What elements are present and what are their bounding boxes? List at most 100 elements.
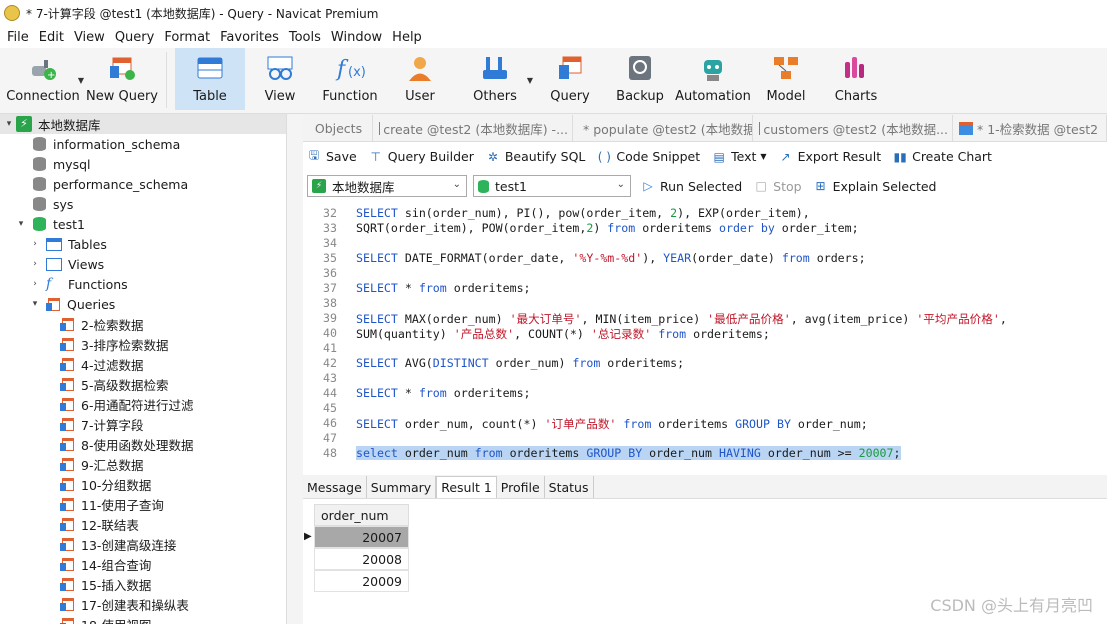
new-query-button[interactable]: New Query	[86, 48, 158, 110]
save-button[interactable]: 🖫 Save	[307, 148, 357, 164]
connection-button[interactable]: + Connection ▼	[0, 48, 86, 110]
tree-group-functions[interactable]: › f Functions	[0, 274, 286, 294]
query-icon	[959, 121, 973, 135]
tree-db-sys[interactable]: sys	[0, 194, 286, 214]
tab-create-test2[interactable]: create @test2 (本地数据库) -...	[373, 115, 573, 141]
menu-edit[interactable]: Edit	[34, 30, 69, 45]
code-snippet-button[interactable]: ( ) Code Snippet	[597, 149, 700, 164]
tree-query-item[interactable]: 15-插入数据	[0, 574, 286, 594]
chevron-right-icon[interactable]: ›	[28, 259, 42, 269]
chevron-down-icon[interactable]: ▼	[78, 76, 84, 85]
query-builder-button[interactable]: ⊤ Query Builder	[369, 149, 473, 164]
tab-result-1[interactable]: Result 1	[436, 476, 497, 498]
user-button[interactable]: User	[385, 48, 455, 110]
table-button[interactable]: Table	[175, 48, 245, 110]
tab-customers-test2[interactable]: customers @test2 (本地数据...	[753, 115, 953, 141]
function-button[interactable]: f (x) Function	[315, 48, 385, 110]
tree-query-item[interactable]: 4-过滤数据	[0, 354, 286, 374]
tree-query-item[interactable]: 10-分组数据	[0, 474, 286, 494]
menu-file[interactable]: File	[2, 30, 34, 45]
table-icon	[194, 53, 226, 83]
line-number: 34	[323, 236, 337, 250]
tree-db-performance-schema[interactable]: performance_schema	[0, 174, 286, 194]
chevron-down-icon[interactable]: ▾	[28, 299, 42, 309]
menu-format[interactable]: Format	[159, 30, 215, 45]
code-line: SELECT order_num, count(*) '订单产品数' from …	[356, 417, 868, 431]
chevron-down-icon[interactable]: ▾	[2, 119, 16, 129]
tree-query-item[interactable]: 6-用通配符进行过滤	[0, 394, 286, 414]
others-button[interactable]: Others ▼	[455, 48, 535, 110]
chevron-down-icon: ▼	[760, 152, 767, 161]
run-selected-button[interactable]: ▷ Run Selected	[641, 179, 742, 194]
tree-db-mysql[interactable]: mysql	[0, 154, 286, 174]
chevron-down-icon[interactable]: ▾	[14, 219, 28, 229]
tree-group-views[interactable]: › Views	[0, 254, 286, 274]
tab-message[interactable]: Message	[303, 476, 367, 498]
export-result-button[interactable]: ↗ Export Result	[779, 149, 882, 164]
tree-query-item[interactable]: 5-高级数据检索	[0, 374, 286, 394]
view-button[interactable]: View	[245, 48, 315, 110]
sql-editor[interactable]: 32 33 34 35 36 37 38 39 40 41 42 43 44 45 46 47 48 SELEC…	[303, 205, 1107, 467]
tab-retrieve-test2[interactable]: * 1-检索数据 @test2	[953, 115, 1107, 141]
query-icon	[60, 377, 74, 391]
menu-view[interactable]: View	[69, 30, 110, 45]
charts-button[interactable]: Charts	[821, 48, 891, 110]
menu-help[interactable]: Help	[387, 30, 427, 45]
tree-query-item[interactable]: 9-汇总数据	[0, 454, 286, 474]
database-select[interactable]: test1 ⌄	[473, 175, 631, 197]
tab-objects[interactable]: Objects	[303, 115, 373, 141]
tree-query-item[interactable]: 18-使用视图	[0, 614, 286, 624]
tree-query-item[interactable]: 7-计算字段	[0, 414, 286, 434]
tree-db-test1[interactable]: ▾ test1	[0, 214, 286, 234]
result-cell[interactable]: 20007	[314, 526, 409, 548]
menu-query[interactable]: Query	[110, 30, 160, 45]
tree-group-queries[interactable]: ▾ Queries	[0, 294, 286, 314]
create-chart-button[interactable]: ▮▮ Create Chart	[893, 149, 991, 164]
tree-query-item[interactable]: 13-创建高级连接	[0, 534, 286, 554]
text-button[interactable]: ▤ Text ▼	[712, 149, 766, 164]
function-icon: f	[46, 276, 52, 292]
chevron-down-icon[interactable]: ▼	[527, 76, 533, 85]
tree-query-item[interactable]: 14-组合查询	[0, 554, 286, 574]
backup-label: Backup	[616, 89, 664, 104]
query-name: 15-插入数据	[81, 577, 152, 593]
tree-query-item[interactable]: 3-排序检索数据	[0, 334, 286, 354]
tab-summary[interactable]: Summary	[367, 476, 437, 498]
backup-button[interactable]: Backup	[605, 48, 675, 110]
tree-connection[interactable]: ▾ ⚡ 本地数据库	[0, 114, 286, 134]
tree-query-item[interactable]: 2-检索数据	[0, 314, 286, 334]
tree-query-item[interactable]: 12-联结表	[0, 514, 286, 534]
connection-select[interactable]: ⚡ 本地数据库 ⌄	[307, 175, 467, 197]
table-icon	[46, 237, 62, 251]
result-cell[interactable]: 20009	[314, 570, 409, 592]
query-button[interactable]: Query	[535, 48, 605, 110]
tree-group-tables[interactable]: › Tables	[0, 234, 286, 254]
line-number: 35	[323, 251, 337, 265]
tree-query-item[interactable]: 17-创建表和操纵表	[0, 594, 286, 614]
query-icon	[60, 557, 74, 571]
stop-button[interactable]: □ Stop	[754, 179, 801, 194]
export-label: Export Result	[797, 149, 882, 164]
tree-db-information-schema[interactable]: information_schema	[0, 134, 286, 154]
tab-profile[interactable]: Profile	[497, 476, 545, 498]
menu-window[interactable]: Window	[326, 30, 387, 45]
chevron-right-icon[interactable]: ›	[28, 279, 42, 289]
tab-status[interactable]: Status	[545, 476, 594, 498]
column-header-order-num[interactable]: order_num	[314, 504, 409, 526]
beautify-sql-button[interactable]: ✲ Beautify SQL	[486, 149, 586, 164]
chevron-right-icon[interactable]: ›	[28, 239, 42, 249]
explain-selected-button[interactable]: ⊞ Explain Selected	[814, 179, 937, 194]
tree-query-item[interactable]: 8-使用函数处理数据	[0, 434, 286, 454]
pane-splitter[interactable]	[287, 114, 303, 624]
menu-tools[interactable]: Tools	[284, 30, 326, 45]
run-label: Run Selected	[660, 178, 743, 194]
tree-query-item[interactable]: 11-使用子查询	[0, 494, 286, 514]
automation-button[interactable]: Automation	[675, 48, 751, 110]
query-name: 8-使用函数处理数据	[81, 437, 194, 453]
tab-populate-test2[interactable]: * populate @test2 (本地数据...	[573, 115, 753, 141]
menu-favorites[interactable]: Favorites	[215, 30, 284, 45]
tab-label: Summary	[370, 479, 432, 495]
model-button[interactable]: Model	[751, 48, 821, 110]
others-icon	[479, 53, 511, 83]
result-cell[interactable]: 20008	[314, 548, 409, 570]
